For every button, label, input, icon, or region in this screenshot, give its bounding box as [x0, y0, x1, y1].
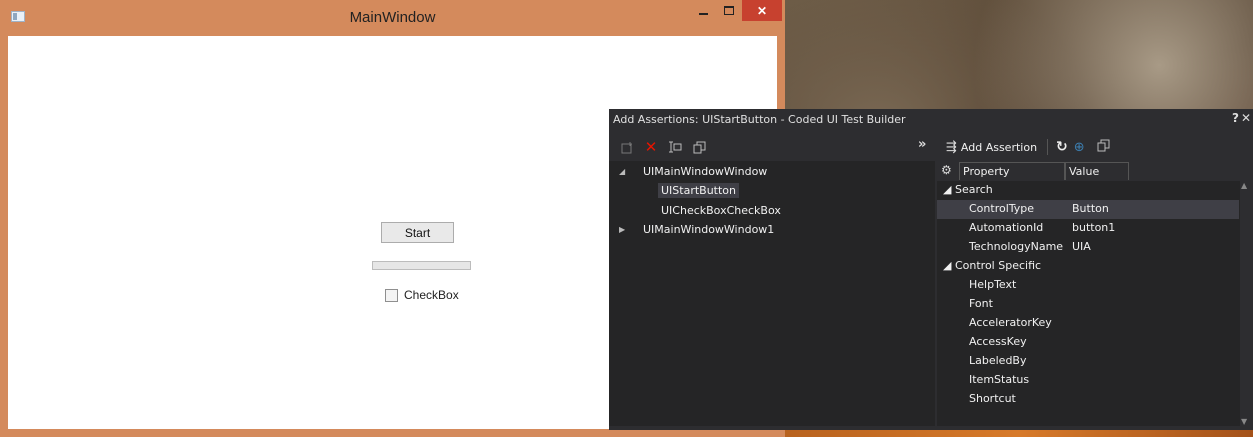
gear-icon[interactable]: ⚙ [941, 163, 952, 177]
checkbox-box[interactable] [385, 288, 398, 302]
delete-icon[interactable]: ✕ [643, 138, 659, 156]
checkbox[interactable]: CheckBox [385, 288, 459, 302]
main-window-title: MainWindow [349, 9, 436, 26]
category-row-control-specific[interactable]: ◢ Control Specific [937, 257, 1239, 276]
property-row-selected[interactable]: ControlType Button [937, 200, 1239, 219]
category-label: ◢ Search [943, 183, 993, 196]
property-name: Font [969, 297, 993, 310]
start-button[interactable]: Start [381, 222, 454, 243]
property-row[interactable]: LabeledBy [937, 352, 1239, 371]
property-value: button1 [1072, 221, 1116, 234]
property-row[interactable]: Shortcut [937, 390, 1239, 409]
property-name: AcceleratorKey [969, 316, 1052, 329]
property-value: UIA [1072, 240, 1091, 253]
property-row[interactable]: TechnologyName UIA [937, 238, 1239, 257]
property-row[interactable]: AccessKey [937, 333, 1239, 352]
scroll-down-icon[interactable]: ▼ [1241, 417, 1247, 426]
collapse-arrow-icon[interactable]: ▶ [619, 225, 625, 234]
property-name: LabeledBy [969, 354, 1027, 367]
value-column-header[interactable]: Value [1065, 162, 1129, 180]
property-name: HelpText [969, 278, 1017, 291]
property-name: AccessKey [969, 335, 1027, 348]
checkbox-label[interactable]: CheckBox [404, 288, 459, 302]
property-grid: ◢ Search ControlType Button AutomationId… [937, 181, 1253, 426]
category-label: ◢ Control Specific [943, 259, 1042, 272]
help-icon[interactable]: ? [1232, 111, 1239, 125]
copy-icon[interactable] [691, 139, 707, 155]
property-name: AutomationId [969, 221, 1044, 234]
category-row-search[interactable]: ◢ Search [937, 181, 1239, 200]
expand-arrow-icon[interactable]: ◢ [619, 167, 625, 176]
main-window-titlebar[interactable]: MainWindow ✕ [0, 0, 785, 36]
property-value: Button [1072, 202, 1109, 215]
add-control-icon[interactable] [619, 139, 635, 155]
property-name: ItemStatus [969, 373, 1030, 386]
property-grid-scrollbar[interactable]: ▲ ▼ [1240, 181, 1253, 426]
property-column-header[interactable]: Property [959, 162, 1065, 180]
scroll-up-icon[interactable]: ▲ [1241, 181, 1247, 190]
tree-item[interactable]: UICheckBoxCheckBox [661, 204, 781, 217]
properties-toolbar: ⇶ Add Assertion ↻ ⊕ [946, 136, 1110, 158]
add-assertion-icon[interactable]: ⇶ [946, 140, 957, 155]
copy-to-clipboard-icon[interactable] [1097, 139, 1110, 156]
collapse-pane-icon[interactable]: » [918, 137, 926, 152]
minimize-button[interactable] [690, 0, 716, 21]
close-button[interactable]: ✕ [742, 0, 782, 21]
toolbar-separator [1047, 139, 1049, 155]
tree-item-selected[interactable]: UIStartButton [658, 183, 740, 198]
builder-close-icon[interactable]: ✕ [1241, 111, 1251, 125]
tree-item[interactable]: UIMainWindowWindow [643, 165, 767, 178]
progress-bar [372, 261, 471, 270]
property-row[interactable]: Font [937, 295, 1239, 314]
close-icon: ✕ [756, 3, 768, 18]
property-name: TechnologyName [969, 240, 1064, 253]
property-grid-header: ⚙ Property Value [937, 161, 1253, 181]
add-assertion-button[interactable]: Add Assertion [961, 141, 1037, 154]
locate-control-icon[interactable]: ⊕ [1074, 140, 1085, 155]
property-name: Shortcut [969, 392, 1016, 405]
rename-icon[interactable] [667, 139, 683, 155]
property-row[interactable]: HelpText [937, 276, 1239, 295]
ui-control-map-tree: ◢ UIMainWindowWindow UIStartButton UIChe… [609, 161, 935, 426]
maximize-button[interactable] [716, 0, 741, 21]
property-name: ControlType [969, 202, 1035, 215]
builder-title: Add Assertions: UIStartButton - Coded UI… [613, 113, 906, 126]
property-row[interactable]: ItemStatus [937, 371, 1239, 390]
tree-item[interactable]: UIMainWindowWindow1 [643, 223, 774, 236]
coded-ui-test-builder-dialog: Add Assertions: UIStartButton - Coded UI… [609, 109, 1253, 430]
minimize-icon [698, 12, 708, 15]
property-row[interactable]: AutomationId button1 [937, 219, 1239, 238]
property-row[interactable]: AcceleratorKey [937, 314, 1239, 333]
refresh-icon[interactable]: ↻ [1056, 139, 1068, 155]
ui-map-toolbar: ✕ [619, 137, 707, 157]
maximize-icon [723, 6, 734, 15]
